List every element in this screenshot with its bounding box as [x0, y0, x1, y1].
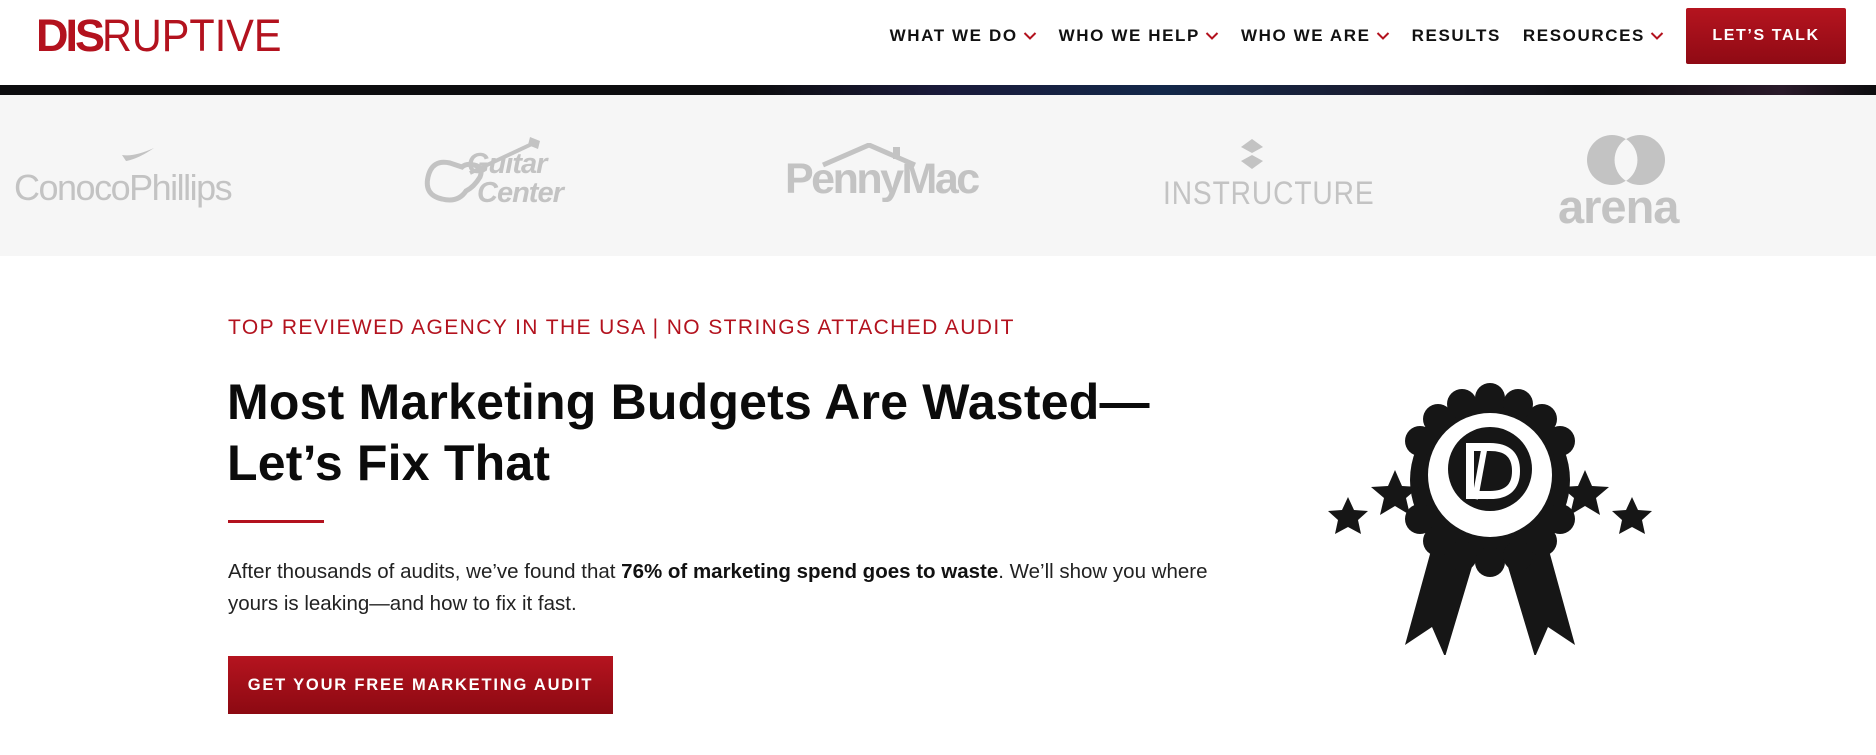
site-header: DIS RUPTIVE WHAT WE DO WHO WE HELP WHO WE… — [0, 0, 1876, 85]
client-logo-band: ConocoPhillips Guitar Center PennyMac IN… — [0, 95, 1876, 256]
nav-item-results[interactable]: RESULTS — [1412, 26, 1501, 46]
hero-eyebrow: TOP REVIEWED AGENCY IN THE USA | NO STRI… — [228, 316, 1015, 339]
nav-item-what-we-do[interactable]: WHAT WE DO — [890, 26, 1037, 46]
chevron-down-icon — [1023, 32, 1036, 40]
nav-label: RESOURCES — [1522, 26, 1645, 45]
conocophillips-logo: ConocoPhillips — [14, 145, 244, 208]
brand-name-line2: Center — [477, 177, 564, 209]
nav-label: WHO WE ARE — [1240, 26, 1371, 45]
instructure-logo: INSTRUCTURE — [1162, 139, 1374, 211]
arena-logo: arena — [1556, 133, 1696, 233]
hero-description: After thousands of audits, we’ve found t… — [228, 556, 1208, 620]
hero-image-strip — [0, 85, 1876, 95]
nav-item-who-we-are[interactable]: WHO WE ARE — [1241, 26, 1390, 46]
nav-label: WHAT WE DO — [889, 26, 1018, 45]
nav-item-resources[interactable]: RESOURCES — [1523, 26, 1664, 46]
brand-name: ConocoPhillips — [14, 167, 233, 208]
nav-label: RESULTS — [1411, 26, 1501, 45]
guitar-center-logo: Guitar Center — [422, 133, 587, 218]
logo-thin-part: RUPTIVE — [102, 10, 282, 61]
description-highlight: 76% of marketing spend goes to waste — [621, 560, 999, 583]
nav-item-who-we-help[interactable]: WHO WE HELP — [1059, 26, 1219, 46]
headline-line-2: Let’s Fix That — [227, 435, 551, 491]
disruptive-logo[interactable]: DIS RUPTIVE — [36, 10, 297, 61]
chevron-down-icon — [1205, 32, 1219, 40]
free-audit-button[interactable]: GET YOUR FREE MARKETING AUDIT — [228, 656, 613, 714]
headline-line-1: Most Marketing Budgets Are Wasted— — [227, 374, 1150, 430]
brand-name: PennyMac — [785, 155, 980, 203]
description-prefix: After thousands of audits, we’ve found t… — [228, 560, 622, 583]
headline-divider — [228, 520, 324, 523]
chevron-down-icon — [1376, 32, 1389, 40]
main-nav: WHAT WE DO WHO WE HELP WHO WE ARE RESULT… — [868, 0, 1876, 72]
chevron-down-icon — [1650, 32, 1664, 40]
hero-headline: Most Marketing Budgets Are Wasted— Let’s… — [227, 372, 1187, 494]
brand-name: arena — [1558, 180, 1679, 233]
nav-label: WHO WE HELP — [1058, 26, 1200, 45]
logo-bold-part: DIS — [36, 10, 105, 61]
lets-talk-button[interactable]: LET’S TALK — [1686, 8, 1846, 64]
brand-name: INSTRUCTURE — [1163, 175, 1375, 211]
pennymac-logo: PennyMac — [783, 143, 980, 203]
award-ribbon-icon — [1328, 383, 1652, 655]
